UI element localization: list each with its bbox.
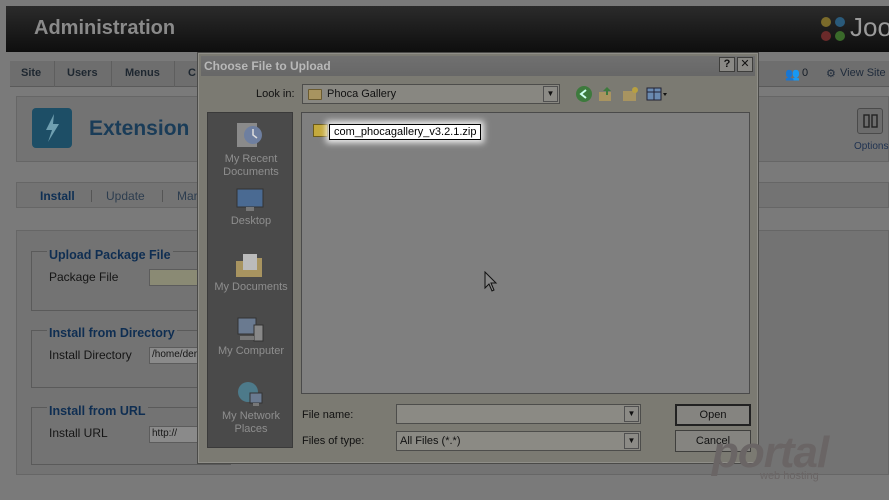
tab-separator <box>162 190 163 202</box>
files-of-type-value: All Files (*.*) <box>400 435 461 447</box>
place-label: My Documents <box>214 281 288 293</box>
menu-menus[interactable]: Menus <box>125 67 160 79</box>
admin-title: Administration <box>34 17 176 39</box>
install-directory-legend: Install from Directory <box>47 326 177 340</box>
place-label: My Recent Documents <box>223 153 279 178</box>
files-of-type-select[interactable]: All Files (*.*) ▼ <box>396 431 641 451</box>
tab-separator <box>91 190 92 202</box>
recent-documents-icon <box>237 123 262 147</box>
look-in-select[interactable]: Phoca Gallery ▼ <box>302 84 560 104</box>
screen: Administration Joo Site Users Menus C in… <box>0 0 889 500</box>
menu-site[interactable]: Site <box>21 67 41 79</box>
joomla-logo-icon <box>821 17 845 41</box>
extension-manager-icon <box>32 108 72 148</box>
chevron-down-icon[interactable]: ▼ <box>624 433 639 449</box>
view-site-icon: ⚙ <box>826 68 836 80</box>
look-in-label: Look in: <box>256 88 295 100</box>
tab-install[interactable]: Install <box>40 189 75 203</box>
package-file-input[interactable] <box>149 269 203 286</box>
file-name-label: File name: <box>302 409 354 421</box>
look-in-value: Phoca Gallery <box>327 88 397 100</box>
dialog-titlebar[interactable]: Choose File to Upload ? ✕ <box>201 56 755 76</box>
place-desktop[interactable]: Desktop <box>208 185 294 235</box>
my-computer-icon <box>237 317 264 342</box>
places-bar: My Recent Documents Desktop My Documents… <box>207 112 293 448</box>
menu-separator <box>174 61 175 87</box>
dialog-title: Choose File to Upload <box>204 59 331 73</box>
file-upload-dialog: Choose File to Upload ? ✕ Look in: Phoca… <box>197 52 759 464</box>
place-my-computer[interactable]: My Computer <box>208 311 294 365</box>
place-label: My Computer <box>217 345 285 357</box>
joomla-logo-text: Joo <box>850 12 889 42</box>
admin-users-count: 0 <box>802 67 809 79</box>
chevron-down-icon[interactable]: ▼ <box>543 86 558 102</box>
help-button[interactable]: ? <box>719 57 735 72</box>
close-button[interactable]: ✕ <box>737 57 753 72</box>
back-icon[interactable] <box>575 85 593 103</box>
up-folder-icon[interactable] <box>597 85 615 103</box>
menu-separator <box>111 61 112 87</box>
admin-users-icon: 👥 <box>785 67 800 81</box>
files-of-type-label: Files of type: <box>302 435 365 447</box>
install-url-legend: Install from URL <box>47 404 148 418</box>
menu-content[interactable]: C <box>188 67 196 79</box>
chevron-down-icon[interactable]: ▼ <box>624 406 639 422</box>
view-menu-icon[interactable] <box>646 85 668 103</box>
view-site-link[interactable]: View Site <box>840 67 886 79</box>
place-network-places[interactable]: My Network Places <box>208 375 294 441</box>
file-item-name[interactable]: com_phocagallery_v3.2.1.zip <box>329 124 482 140</box>
file-list[interactable]: com_phocagallery_v3.2.1.zip <box>301 112 750 394</box>
place-my-documents[interactable]: My Documents <box>208 247 294 301</box>
options-icon[interactable] <box>857 108 883 134</box>
install-url-label: Install URL <box>49 426 108 440</box>
install-url-input[interactable]: http:// <box>149 426 203 443</box>
upload-package-legend: Upload Package File <box>47 248 173 262</box>
desktop-icon <box>236 188 264 211</box>
install-directory-input[interactable]: /home/der <box>149 347 203 364</box>
admin-header: Administration Joo <box>6 6 889 52</box>
network-places-icon <box>238 382 263 406</box>
place-recent-documents[interactable]: My Recent Documents <box>208 117 294 179</box>
place-label: Desktop <box>230 215 272 227</box>
tab-update[interactable]: Update <box>106 189 145 203</box>
menu-users[interactable]: Users <box>67 67 98 79</box>
package-file-label: Package File <box>49 270 119 284</box>
menu-separator <box>54 61 55 87</box>
open-button[interactable]: Open <box>675 404 751 426</box>
new-folder-icon[interactable] <box>621 85 639 103</box>
options-button-label[interactable]: Options <box>854 141 888 152</box>
file-name-input[interactable]: ▼ <box>396 404 641 424</box>
place-label: My Network Places <box>221 410 281 435</box>
page-title: Extension <box>89 117 190 140</box>
tab-manage[interactable]: Mar <box>177 189 198 203</box>
folder-icon <box>308 89 322 100</box>
mouse-cursor-icon <box>484 271 498 292</box>
my-documents-icon <box>236 254 262 277</box>
install-directory-label: Install Directory <box>49 348 132 362</box>
zip-folder-icon <box>313 124 328 137</box>
watermark-subtitle: web hosting <box>760 470 819 482</box>
